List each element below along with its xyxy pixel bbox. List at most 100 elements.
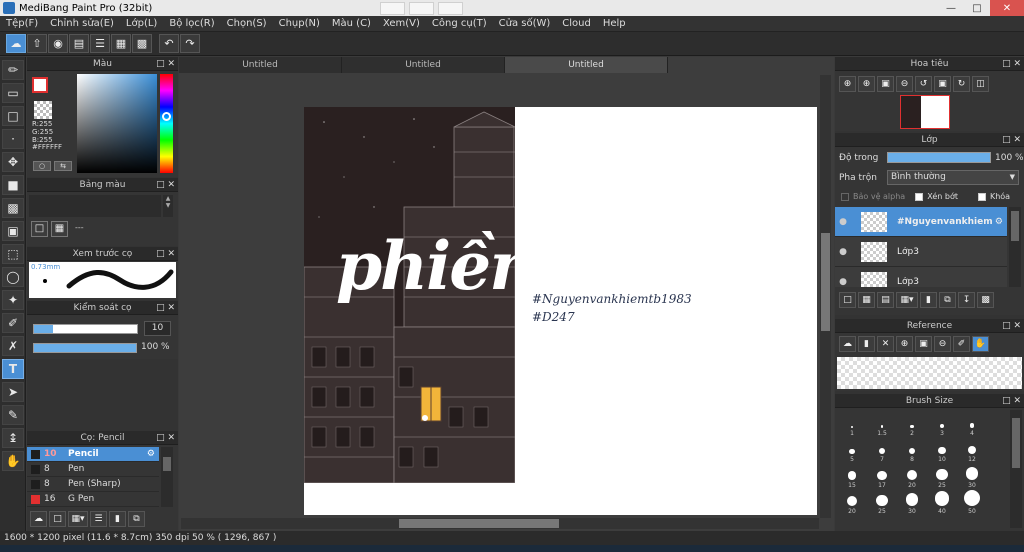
panel-close-icon[interactable]: □ ✕ [156,301,175,315]
brush-size-cell[interactable]: 20 [897,463,927,489]
panel-close-icon[interactable]: □ ✕ [156,247,175,261]
menu-help[interactable]: Help [597,18,632,29]
redo-icon[interactable]: ↷ [180,34,200,53]
lock-checkbox[interactable] [977,192,986,201]
brush-size-cell[interactable]: 30 [897,489,927,515]
menu-select[interactable]: Chọn(S) [221,18,273,29]
zoom-in-icon[interactable]: ⊕ [858,76,875,92]
panel-close-icon[interactable]: □ ✕ [1002,133,1021,147]
new-palette-icon[interactable]: □ [31,221,48,237]
brush-size-cell[interactable]: 1 [837,411,867,437]
secondary-color-swatch[interactable] [34,101,52,119]
minimize-icon[interactable]: — [938,0,964,16]
eraser-tool-icon[interactable]: ▭ [2,83,24,103]
layer-opacity-slider[interactable] [887,152,991,163]
zoom-actual-icon[interactable]: ▣ [877,76,894,92]
cloud-icon[interactable]: ☁ [6,34,26,53]
palette-scrollbar[interactable]: ▲ ▼ [163,195,173,217]
flip-icon[interactable]: ◫ [972,76,989,92]
canvas-scrollbar-vertical[interactable] [820,75,831,518]
move-tool-icon[interactable]: ✥ [2,152,24,172]
menu-capture[interactable]: Chụp(N) [273,18,326,29]
color-field[interactable] [77,74,157,173]
brush-size-cell[interactable]: 20 [837,489,867,515]
layer-folder-icon[interactable]: ▮ [920,292,937,308]
primary-color-swatch[interactable] [32,77,48,93]
text-tool-icon[interactable]: T [2,359,24,379]
menu-view[interactable]: Xem(V) [377,18,426,29]
upload-icon[interactable]: ⇧ [27,34,47,53]
brush-size-cell[interactable]: 7 [867,437,897,463]
alpha-lock-checkbox[interactable] [841,192,849,201]
fit-icon[interactable]: ▣ [915,336,932,352]
lasso-tool-icon[interactable]: ◯ [2,267,24,287]
cloud-brush-icon[interactable]: ☁ [30,511,47,527]
panel-close-icon[interactable]: □ ✕ [156,57,175,71]
menu-file[interactable]: Tệp(F) [0,18,44,29]
gear-icon[interactable]: ⚙ [995,217,1003,227]
comment-icon[interactable]: ▤ [69,34,89,53]
undo-icon[interactable]: ↶ [159,34,179,53]
brush-item[interactable]: 16 G Pen [27,492,159,507]
canvas-page[interactable]: phiền #Nguyenvankhiemtb1983 #D247 [304,107,817,515]
visibility-icon[interactable]: ● [835,277,851,287]
duplicate-brush-icon[interactable]: ⧉ [128,511,145,527]
brush-size-cell[interactable]: 30 [957,463,987,489]
brush-size-cell[interactable]: 25 [867,489,897,515]
zoom-out-icon[interactable]: ⊖ [934,336,951,352]
delete-palette-icon[interactable]: ▦ [51,221,68,237]
brush-size-cell[interactable]: 40 [927,489,957,515]
brush-tool-icon[interactable]: ✏ [2,60,24,80]
layer-list-scrollbar[interactable] [1009,207,1021,287]
hand-icon[interactable]: ✋ [972,336,989,352]
gear-icon[interactable]: ⚙ [147,449,155,459]
fill-rect-tool-icon[interactable]: ■ [2,175,24,195]
canvas-scrollbar-horizontal[interactable] [181,518,819,529]
menu-cloud[interactable]: Cloud [556,18,597,29]
open-folder-icon[interactable]: ▮ [858,336,875,352]
clipping-checkbox[interactable] [915,192,924,201]
fit-screen-icon[interactable]: ▣ [934,76,951,92]
layer-row[interactable]: ● Lớp3 [835,237,1007,267]
brush-size-value[interactable]: 10 [144,321,171,336]
new-layer-icon[interactable]: □ [839,292,856,308]
zoom-in-icon[interactable]: ⊕ [896,336,913,352]
hand-tool-icon[interactable]: ✋ [2,451,24,471]
eyedropper-icon[interactable]: ✐ [953,336,970,352]
rotate-left-icon[interactable]: ↺ [915,76,932,92]
new-8bit-layer-icon[interactable]: ▤ [877,292,894,308]
browser-tab[interactable] [437,2,463,15]
folder-icon[interactable]: ▮ [109,511,126,527]
brush-size-cell[interactable]: 10 [927,437,957,463]
brush-item[interactable]: 8 Pen [27,462,159,477]
select-eraser-tool-icon[interactable]: ✗ [2,336,24,356]
browser-tab[interactable] [408,2,434,15]
zoom-out-icon[interactable]: ⊖ [896,76,913,92]
layer-row[interactable]: ● #Nguyenvankhiem ⚙ [835,207,1007,237]
zoom-fit-icon[interactable]: ⊕ [839,76,856,92]
menu-color[interactable]: Màu (C) [326,18,377,29]
eyedropper-tool-icon[interactable]: ↨ [2,428,24,448]
brush-settings-icon[interactable]: ☰ [90,511,107,527]
document-icon[interactable]: ☰ [90,34,110,53]
bucket-tool-icon[interactable]: ▩ [2,198,24,218]
scroll-thumb[interactable] [399,519,559,528]
panel-close-icon[interactable]: □ ✕ [156,431,175,445]
select-pen-tool-icon[interactable]: ✐ [2,313,24,333]
brush-size-cell[interactable]: 5 [837,437,867,463]
brush-size-cell[interactable]: 15 [837,463,867,489]
scroll-thumb[interactable] [821,233,830,331]
delete-layer-icon[interactable]: ▩ [977,292,994,308]
divide-tool-icon[interactable]: ✎ [2,405,24,425]
menu-filter[interactable]: Bộ lọc(R) [163,18,220,29]
add-brush-icon[interactable]: ▦▾ [68,511,88,527]
blend-mode-select[interactable]: Bình thường ▼ [887,170,1019,185]
gradient-tool-icon[interactable]: ▣ [2,221,24,241]
new-brush-icon[interactable]: □ [49,511,66,527]
rectangle-tool-icon[interactable]: □ [2,106,24,126]
reset-color-icon[interactable]: ⇆ [54,161,72,171]
merge-down-icon[interactable]: ↧ [958,292,975,308]
brush-size-scrollbar[interactable] [1010,410,1022,528]
select-tool-icon[interactable]: ⬚ [2,244,24,264]
hue-slider-handle[interactable] [162,112,171,121]
